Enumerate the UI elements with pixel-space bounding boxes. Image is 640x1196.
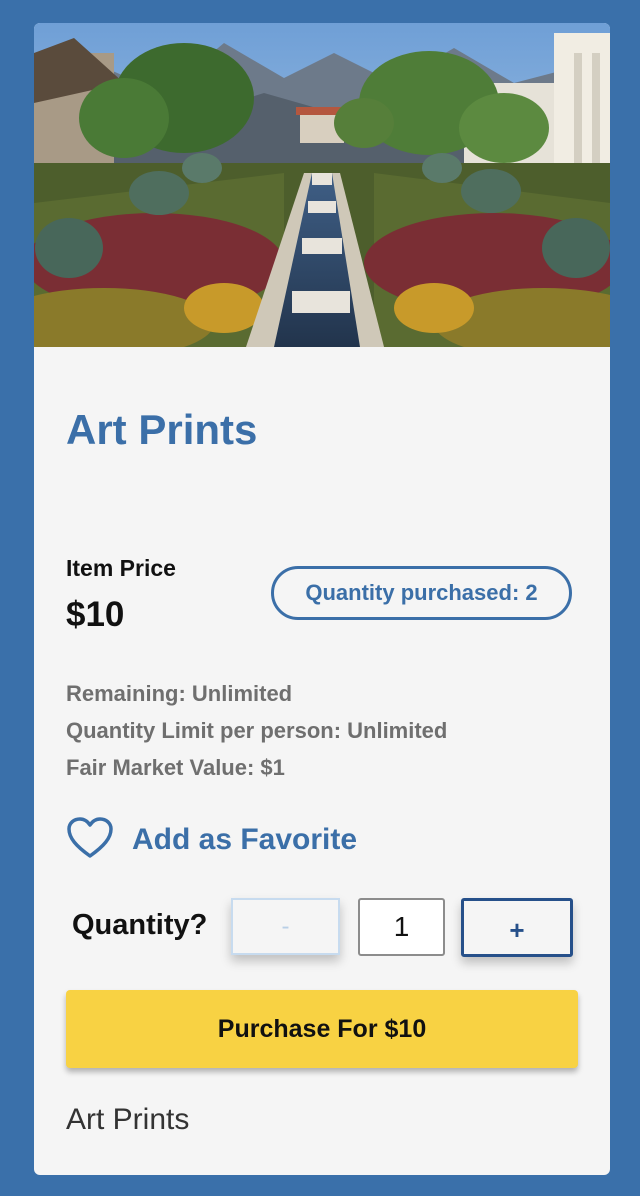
fair-market-value-text: Fair Market Value: $1 (66, 755, 285, 780)
quantity-limit-text: Quantity Limit per person: Unlimited (66, 718, 448, 743)
item-price: $10 (66, 595, 125, 634)
quantity-label: Quantity? (72, 909, 208, 941)
heart-outline-icon (66, 816, 114, 865)
item-footer-name: Art Prints (66, 1103, 190, 1136)
remaining-text: Remaining: Unlimited (66, 681, 293, 706)
item-title: Art Prints (66, 406, 258, 453)
price-label: Item Price (66, 555, 176, 581)
add-favorite-button[interactable]: Add as Favorite (66, 815, 357, 865)
item-details: Remaining: Unlimited Quantity Limit per … (66, 675, 447, 786)
decrement-button[interactable]: - (231, 898, 340, 955)
purchase-button[interactable]: Purchase For $10 (66, 990, 578, 1068)
item-image (34, 23, 610, 347)
item-card: Art Prints Item Price $10 Quantity purch… (34, 23, 610, 1175)
increment-button[interactable]: + (461, 898, 573, 957)
add-favorite-label: Add as Favorite (132, 823, 358, 856)
quantity-input[interactable] (358, 898, 445, 956)
quantity-purchased-badge: Quantity purchased: 2 (271, 566, 572, 620)
